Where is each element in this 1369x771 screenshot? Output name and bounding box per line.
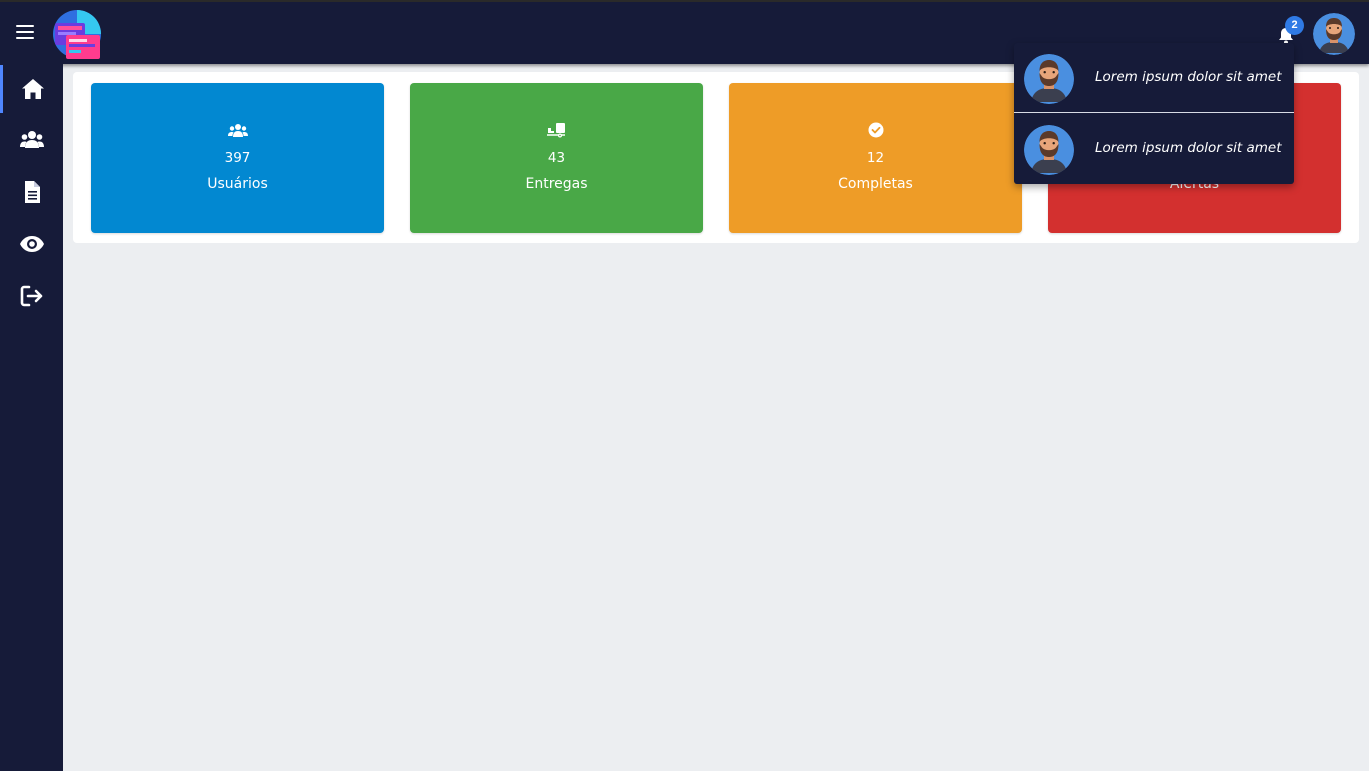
- logout-icon: [20, 285, 42, 307]
- notification-count-badge: 2: [1285, 16, 1304, 35]
- sidebar-item-users[interactable]: [0, 116, 63, 164]
- stat-label: Completas: [838, 176, 913, 192]
- app-logo[interactable]: [52, 9, 104, 61]
- notification-item[interactable]: Lorem ipsum dolor sit amet: [1014, 43, 1294, 113]
- stat-value: 43: [547, 150, 566, 166]
- avatar: [1024, 125, 1074, 175]
- avatar: [1024, 54, 1074, 104]
- hamburger-icon[interactable]: [16, 25, 34, 39]
- stat-label: Usuários: [207, 176, 268, 192]
- users-icon: [227, 124, 248, 137]
- sidebar: [0, 64, 63, 771]
- notification-text: Lorem ipsum dolor sit amet: [1095, 140, 1282, 156]
- users-icon: [19, 131, 44, 148]
- user-avatar[interactable]: [1313, 13, 1355, 55]
- eye-icon: [19, 236, 44, 252]
- document-icon: [24, 181, 40, 203]
- notification-item[interactable]: Lorem ipsum dolor sit amet: [1014, 114, 1294, 184]
- sidebar-item-logout[interactable]: [0, 272, 63, 320]
- stat-value: 12: [866, 150, 885, 166]
- sidebar-item-documents[interactable]: [0, 168, 63, 216]
- stat-label: Entregas: [525, 176, 588, 192]
- sidebar-item-home[interactable]: [0, 65, 63, 113]
- stat-card-completas[interactable]: 12 Completas: [729, 83, 1022, 233]
- home-icon: [22, 79, 44, 99]
- stat-card-usuarios[interactable]: 397 Usuários: [91, 83, 384, 233]
- stat-value: 397: [224, 150, 251, 166]
- stat-card-entregas[interactable]: 43 Entregas: [410, 83, 703, 233]
- check-circle-icon: [868, 122, 883, 138]
- notifications-dropdown: Lorem ipsum dolor sit amet Lorem ipsum d…: [1014, 43, 1294, 184]
- sidebar-item-view[interactable]: [0, 220, 63, 268]
- notification-text: Lorem ipsum dolor sit amet: [1095, 69, 1282, 85]
- delivery-icon: [546, 123, 565, 138]
